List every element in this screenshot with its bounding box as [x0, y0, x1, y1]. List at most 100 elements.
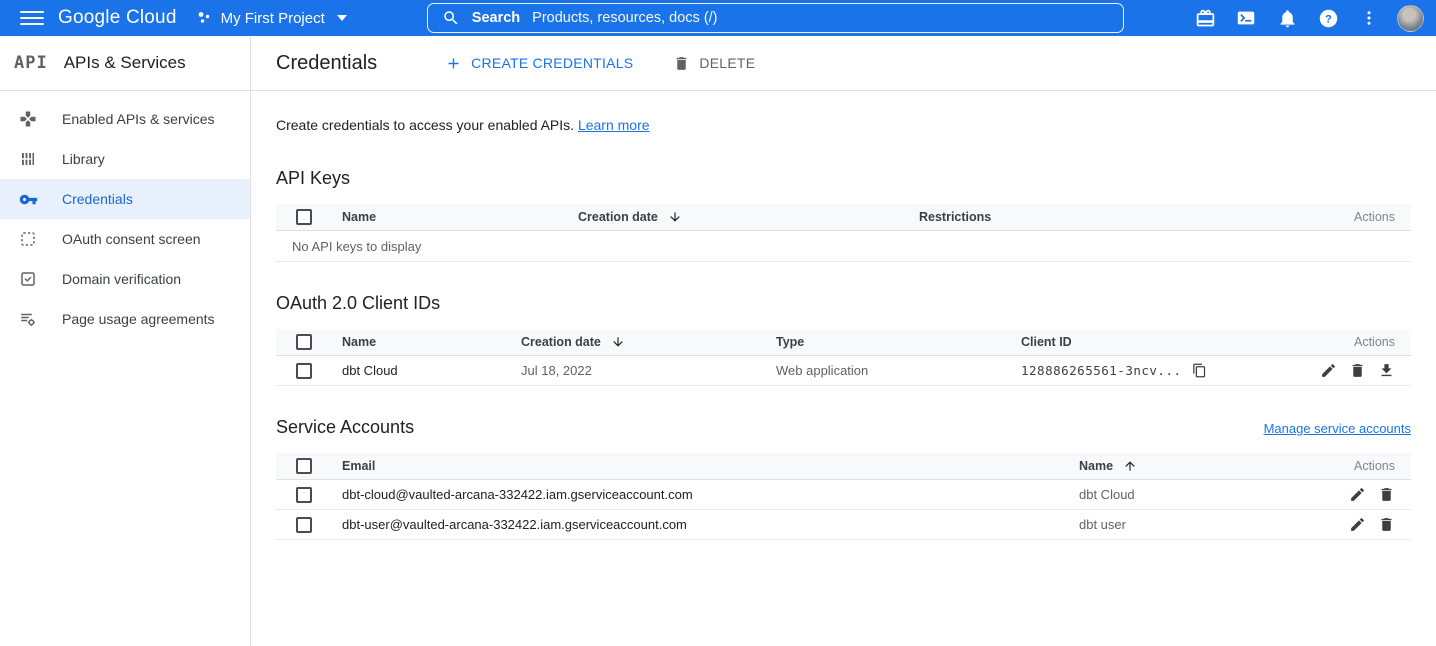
plus-icon	[445, 55, 462, 72]
edit-icon[interactable]	[1320, 362, 1337, 379]
column-header-name[interactable]: Name	[1079, 459, 1319, 473]
client-creation-date: Jul 18, 2022	[521, 363, 776, 378]
table-row: dbt Cloud Jul 18, 2022 Web application 1…	[276, 356, 1411, 386]
service-accounts-table: Email Name Actions dbt-cloud@vaulted-arc…	[276, 453, 1411, 540]
edit-icon[interactable]	[1349, 516, 1366, 533]
search-icon	[442, 9, 460, 27]
project-picker[interactable]: My First Project	[195, 9, 347, 27]
oauth-clients-table: Name Creation date Type Client ID Action…	[276, 329, 1411, 386]
topbar-actions: ?	[1188, 1, 1424, 35]
top-app-bar: Google Cloud My First Project Search Pro…	[0, 0, 1436, 36]
sidebar-item-label: OAuth consent screen	[62, 231, 201, 247]
client-name[interactable]: dbt Cloud	[342, 363, 521, 378]
column-header-creation-date[interactable]: Creation date	[578, 210, 919, 224]
search-placeholder: Products, resources, docs (/)	[532, 10, 717, 26]
row-checkbox[interactable]	[296, 363, 312, 379]
chevron-down-icon	[337, 15, 347, 21]
sidebar-item-label: Credentials	[62, 191, 133, 207]
select-all-checkbox[interactable]	[296, 334, 312, 350]
column-header-actions: Actions	[1315, 210, 1411, 224]
column-header-actions: Actions	[1319, 459, 1411, 473]
sidebar-item-label: Page usage agreements	[62, 311, 215, 327]
sidebar-item-label: Enabled APIs & services	[62, 111, 215, 127]
service-account-email[interactable]: dbt-cloud@vaulted-arcana-332422.iam.gser…	[342, 487, 1079, 502]
sort-desc-icon	[611, 335, 625, 349]
select-all-checkbox[interactable]	[296, 209, 312, 225]
sidebar: API APIs & Services Enabled APIs & servi…	[0, 36, 251, 646]
column-header-name: Name	[342, 210, 578, 224]
edit-icon[interactable]	[1349, 486, 1366, 503]
empty-state-text: No API keys to display	[276, 231, 1411, 262]
create-credentials-button[interactable]: CREATE CREDENTIALS	[439, 51, 639, 76]
api-logo-icon: API	[14, 53, 48, 73]
manage-service-accounts-link[interactable]: Manage service accounts	[1264, 421, 1411, 436]
search-input[interactable]: Search Products, resources, docs (/)	[427, 3, 1124, 33]
column-header-email: Email	[342, 459, 1079, 473]
trash-icon	[673, 55, 690, 72]
select-all-checkbox[interactable]	[296, 458, 312, 474]
user-avatar[interactable]	[1397, 5, 1424, 32]
copy-icon[interactable]	[1192, 363, 1207, 378]
page-title: Credentials	[276, 52, 377, 75]
main-content: Credentials CREATE CREDENTIALS DELETE Cr…	[251, 36, 1436, 646]
delete-icon[interactable]	[1378, 516, 1395, 533]
sidebar-nav: Enabled APIs & services Library Credenti…	[0, 91, 250, 339]
more-vertical-icon[interactable]	[1352, 1, 1386, 35]
page-header: Credentials CREATE CREDENTIALS DELETE	[251, 36, 1436, 91]
table-header-row: Name Creation date Restrictions Actions	[276, 204, 1411, 231]
service-account-name: dbt Cloud	[1079, 487, 1319, 502]
project-icon	[195, 9, 213, 27]
sidebar-item-page-usage[interactable]: Page usage agreements	[0, 299, 250, 339]
sidebar-item-enabled-apis[interactable]: Enabled APIs & services	[0, 99, 250, 139]
column-header-actions: Actions	[1307, 335, 1411, 349]
column-header-name: Name	[342, 335, 521, 349]
sort-asc-icon	[1123, 459, 1137, 473]
domain-check-icon	[18, 269, 38, 289]
service-account-email[interactable]: dbt-user@vaulted-arcana-332422.iam.gserv…	[342, 517, 1079, 532]
intro-text: Create credentials to access your enable…	[276, 117, 1411, 133]
row-actions	[1307, 362, 1411, 379]
google-cloud-logo[interactable]: Google Cloud	[58, 7, 177, 29]
project-name: My First Project	[221, 10, 325, 27]
table-header-row: Name Creation date Type Client ID Action…	[276, 329, 1411, 356]
cloud-shell-icon[interactable]	[1229, 1, 1263, 35]
row-checkbox[interactable]	[296, 487, 312, 503]
column-header-type: Type	[776, 335, 1021, 349]
column-header-client-id: Client ID	[1021, 335, 1307, 349]
sidebar-item-domain-verification[interactable]: Domain verification	[0, 259, 250, 299]
logo-text: Google Cloud	[58, 7, 177, 28]
delete-icon[interactable]	[1378, 486, 1395, 503]
table-row: dbt-user@vaulted-arcana-332422.iam.gserv…	[276, 510, 1411, 540]
help-icon[interactable]: ?	[1311, 1, 1345, 35]
oauth-heading: OAuth 2.0 Client IDs	[276, 293, 1411, 314]
menu-icon[interactable]	[12, 0, 52, 36]
sidebar-header: API APIs & Services	[0, 36, 250, 91]
sidebar-item-label: Domain verification	[62, 271, 181, 287]
row-actions	[1319, 516, 1411, 533]
sidebar-title: APIs & Services	[64, 53, 186, 73]
client-id-cell: 128886265561-3ncv...	[1021, 363, 1307, 378]
delete-button[interactable]: DELETE	[667, 51, 761, 76]
sidebar-item-credentials[interactable]: Credentials	[0, 179, 250, 219]
download-icon[interactable]	[1378, 362, 1395, 379]
search-label: Search	[472, 10, 520, 26]
sidebar-item-library[interactable]: Library	[0, 139, 250, 179]
row-checkbox[interactable]	[296, 517, 312, 533]
delete-icon[interactable]	[1349, 362, 1366, 379]
api-keys-table: Name Creation date Restrictions Actions …	[276, 204, 1411, 262]
table-header-row: Email Name Actions	[276, 453, 1411, 480]
client-type: Web application	[776, 363, 1021, 378]
client-id-value: 128886265561-3ncv...	[1021, 363, 1182, 378]
key-icon	[18, 189, 38, 209]
column-header-creation-date[interactable]: Creation date	[521, 335, 776, 349]
table-row: dbt-cloud@vaulted-arcana-332422.iam.gser…	[276, 480, 1411, 510]
column-header-restrictions: Restrictions	[919, 210, 1315, 224]
learn-more-link[interactable]: Learn more	[578, 117, 650, 133]
library-icon	[18, 149, 38, 169]
gift-icon[interactable]	[1188, 1, 1222, 35]
notifications-bell-icon[interactable]	[1270, 1, 1304, 35]
agreements-gear-icon	[18, 309, 38, 329]
sidebar-item-oauth-consent[interactable]: OAuth consent screen	[0, 219, 250, 259]
consent-screen-icon	[18, 229, 38, 249]
sort-desc-icon	[668, 210, 682, 224]
